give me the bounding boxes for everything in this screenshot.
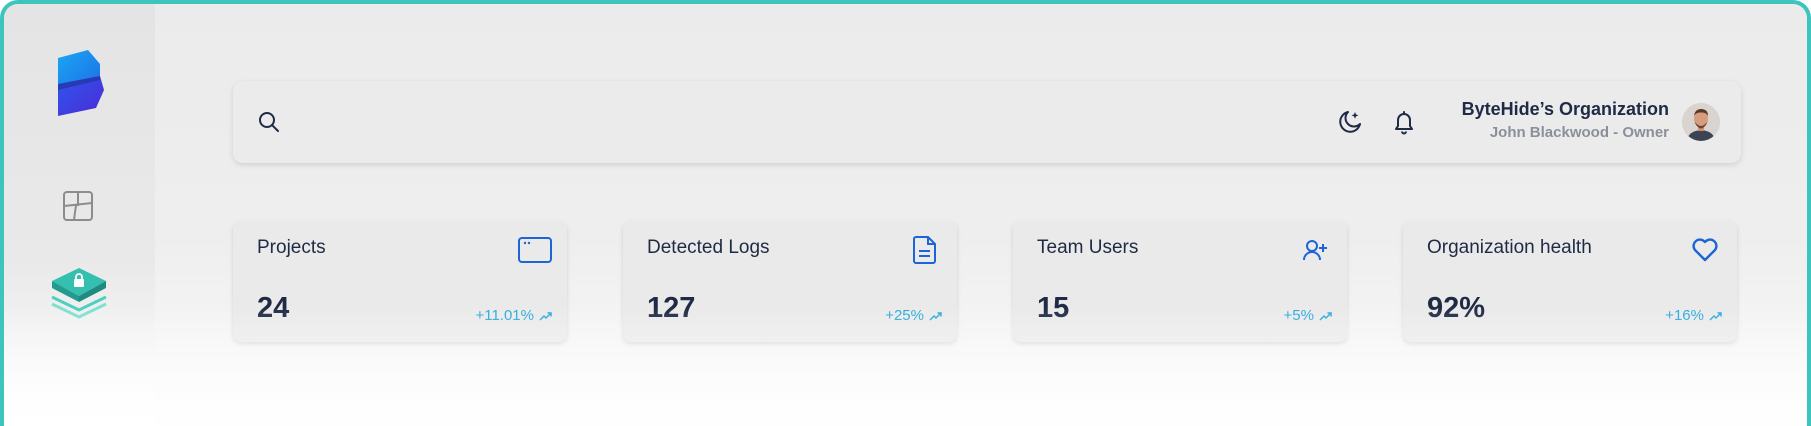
window-icon [517,235,553,265]
notifications-button[interactable] [1390,108,1418,136]
stat-card-projects[interactable]: Projects 24 +11.01% [233,221,567,342]
sidebar-item-projects[interactable] [48,266,110,324]
delta-text: +16% [1665,307,1704,324]
stat-card-delta: +5% [1284,307,1332,324]
stat-card-value: 127 [647,292,696,324]
stat-card-title: Projects [257,237,326,258]
trend-up-icon [539,311,552,321]
stat-card-delta: +25% [885,307,942,324]
sidebar-item-dashboard[interactable] [61,189,95,223]
stat-card-title: Detected Logs [647,237,770,258]
user-role-label: John Blackwood - Owner [1489,124,1669,141]
delta-text: +11.01% [475,307,534,324]
search-button[interactable] [257,110,281,134]
stat-card-delta: +11.01% [475,307,552,324]
stat-card-value: 24 [257,292,290,324]
stat-card-title: Team Users [1037,237,1139,258]
secure-layers-icon [51,268,107,319]
heart-icon [1687,235,1723,265]
stat-card-detected-logs[interactable]: Detected Logs 127 +25% [623,221,957,342]
app-window: ByteHide’s Organization John Blackwood -… [0,0,1811,426]
stat-card-title: Organization health [1427,237,1592,258]
bytehide-logo[interactable] [56,50,108,122]
theme-toggle-button[interactable] [1336,108,1364,136]
search-input[interactable] [293,107,1093,137]
avatar[interactable] [1682,103,1720,141]
organization-switcher[interactable]: ByteHide’s Organization John Blackwood -… [1462,99,1669,141]
trend-up-icon [1709,311,1722,321]
search-icon [259,112,279,132]
sidebar [4,4,155,426]
document-icon [907,235,943,265]
trend-up-icon [1319,311,1332,321]
delta-text: +25% [885,307,924,324]
stat-card-value: 15 [1037,292,1070,324]
stat-card-organization-health[interactable]: Organization health 92% +16% [1403,221,1737,342]
moon-stars-icon [1339,111,1361,133]
delta-text: +5% [1283,307,1314,324]
stat-card-value: 92% [1427,292,1486,324]
stat-card-delta: +16% [1665,307,1722,324]
organization-name: ByteHide’s Organization [1461,99,1669,119]
stat-card-team-users[interactable]: Team Users 15 +5% [1013,221,1347,342]
user-plus-icon [1297,235,1333,265]
dashboard-layout-icon [63,191,93,221]
trend-up-icon [929,311,942,321]
top-bar: ByteHide’s Organization John Blackwood -… [233,81,1741,163]
bell-icon [1395,111,1413,135]
